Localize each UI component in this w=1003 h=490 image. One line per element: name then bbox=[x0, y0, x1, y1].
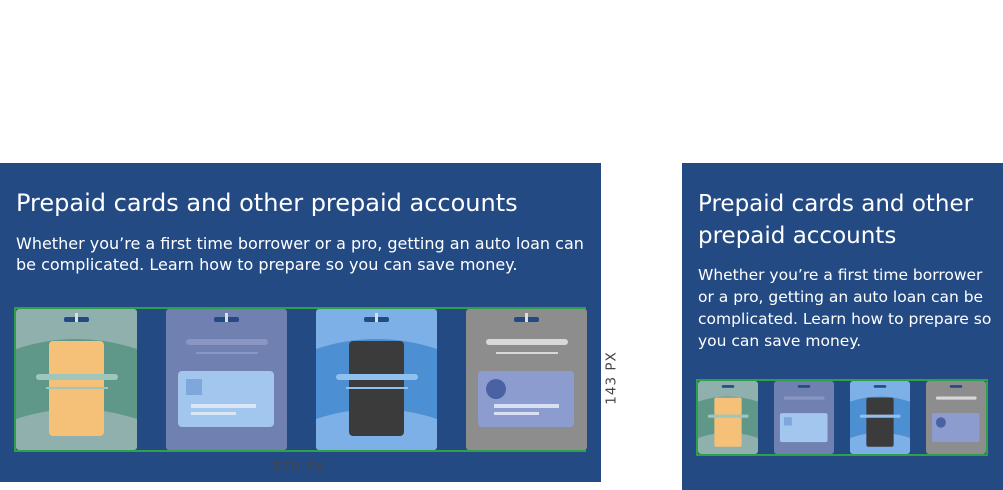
banner-description: Whether you’re a first time borrower or … bbox=[698, 266, 992, 350]
payroll-card-illustration bbox=[774, 381, 834, 454]
image-strip-highlight bbox=[14, 307, 587, 452]
debit-card-illustration bbox=[850, 381, 910, 454]
width-dimension-label: 570 PX bbox=[272, 460, 326, 476]
payroll-card-illustration bbox=[166, 309, 287, 450]
banner-title: Prepaid cards and other prepaid accounts bbox=[698, 191, 974, 249]
height-dimension-text: 143 PX bbox=[603, 351, 620, 405]
height-dimension-label: 143 PX bbox=[603, 350, 623, 410]
id-card-illustration bbox=[926, 381, 986, 454]
gift-card-illustration bbox=[16, 309, 137, 450]
debit-card-illustration bbox=[316, 309, 437, 450]
hero-banner-large: Prepaid cards and other prepaid accounts… bbox=[0, 163, 601, 482]
gift-card-illustration bbox=[698, 381, 758, 454]
id-card-illustration bbox=[466, 309, 587, 450]
image-strip-highlight bbox=[696, 379, 988, 456]
hero-banner-small: Prepaid cards and other prepaid accounts… bbox=[682, 163, 1003, 490]
banner-title: Prepaid cards and other prepaid accounts bbox=[16, 189, 518, 217]
banner-description: Whether you’re a first time borrower or … bbox=[16, 234, 584, 274]
